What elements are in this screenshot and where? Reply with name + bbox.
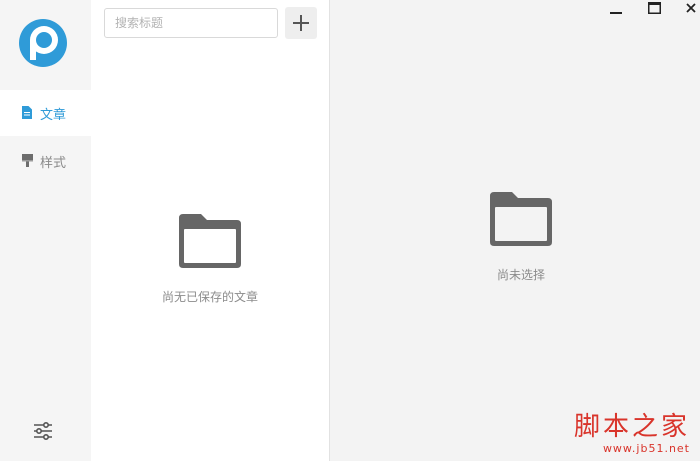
- sidebar-item-label: 文章: [40, 107, 67, 123]
- search-input[interactable]: [104, 8, 278, 38]
- article-list-pane: 尚无已保存的文章: [91, 0, 330, 461]
- maximize-button[interactable]: [643, 0, 665, 16]
- maximize-icon: [647, 2, 661, 14]
- detail-pane: 尚未选择: [330, 0, 700, 461]
- empty-list-state: 尚无已保存的文章: [91, 214, 329, 305]
- document-icon: [22, 106, 34, 120]
- close-button[interactable]: [680, 0, 700, 16]
- sidebar-item-article[interactable]: 文章: [0, 90, 91, 136]
- watermark-title: 脚本之家: [573, 412, 690, 442]
- brush-icon: [22, 154, 34, 168]
- app-window: 文章 样式 搜索标题 尚无已保存的文章 尚未选择 脚本之家 www.jb51.n…: [0, 0, 700, 461]
- empty-detail-text: 尚未选择: [496, 268, 545, 282]
- watermark-url: www.jb51.net: [602, 442, 690, 455]
- sidebar-item-label: 样式: [40, 155, 67, 171]
- app-logo: [19, 19, 67, 67]
- sidebar: 文章 样式: [0, 0, 91, 461]
- settings-button[interactable]: [32, 420, 54, 442]
- site-watermark: 脚本之家 www.jb51.net: [574, 412, 690, 455]
- folder-icon: [179, 214, 241, 268]
- close-icon: [686, 3, 696, 13]
- minimize-icon: [610, 12, 622, 14]
- sliders-icon: [34, 421, 52, 441]
- plus-icon: [293, 15, 309, 31]
- empty-list-text: 尚无已保存的文章: [161, 290, 258, 304]
- empty-detail-state: 尚未选择: [330, 192, 700, 283]
- sidebar-item-style[interactable]: 样式: [0, 138, 91, 184]
- folder-icon: [490, 192, 552, 246]
- minimize-button[interactable]: [605, 0, 627, 16]
- add-article-button[interactable]: [285, 7, 317, 39]
